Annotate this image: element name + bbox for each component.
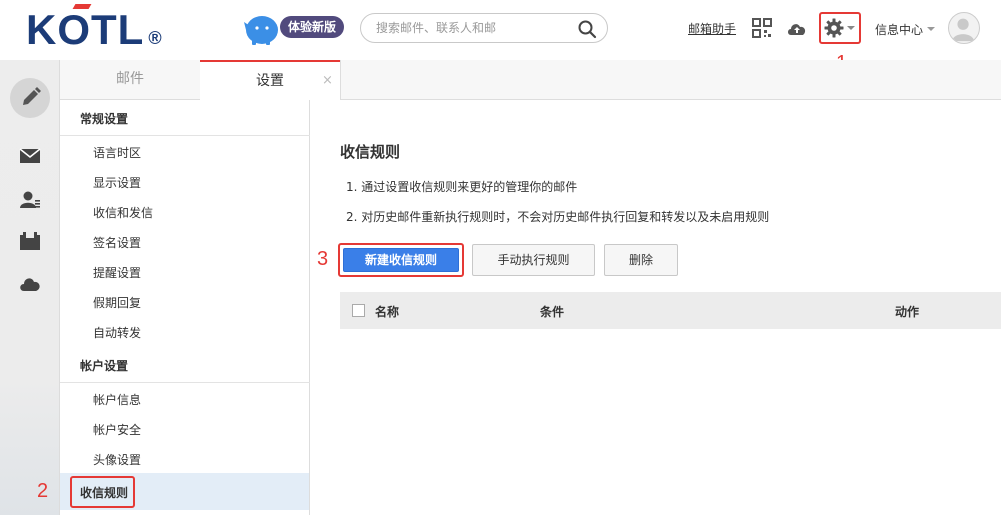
top-header: KOTL® 体验新版 邮箱助手	[0, 0, 1001, 74]
sidebar-item-receive-rules[interactable]: 收信规则	[80, 484, 128, 501]
sidebar-item-signature[interactable]: 签名设置	[93, 234, 141, 251]
sidebar-item-display[interactable]: 显示设置	[93, 174, 141, 191]
qr-code-icon[interactable]	[752, 18, 772, 38]
mascot-icon[interactable]	[238, 12, 282, 46]
tab-mail[interactable]: 邮件	[60, 60, 200, 100]
note-1: 1. 通过设置收信规则来更好的管理你的邮件	[346, 180, 578, 194]
rules-table-header: 名称 条件 动作	[340, 292, 1001, 329]
mail-icon[interactable]	[19, 146, 41, 166]
contacts-icon[interactable]	[19, 190, 41, 210]
delete-button[interactable]: 删除	[604, 244, 678, 276]
page-title: 收信规则	[340, 143, 401, 161]
search-input[interactable]	[376, 19, 576, 37]
gear-icon	[824, 18, 844, 38]
tab-divider	[340, 60, 341, 100]
sidebar-item-auto-forward[interactable]: 自动转发	[93, 324, 141, 341]
left-icon-rail	[0, 60, 60, 515]
sidebar-item-account-info[interactable]: 帐户信息	[93, 391, 141, 408]
calendar-icon[interactable]	[19, 231, 41, 251]
close-icon[interactable]: ×	[322, 62, 333, 100]
logo-trademark: ®	[148, 28, 163, 48]
chevron-down-icon[interactable]	[927, 27, 935, 31]
avatar[interactable]	[948, 12, 980, 44]
general-settings-title: 常规设置	[80, 112, 129, 126]
sidebar-item-vacation-reply[interactable]: 假期回复	[93, 294, 141, 311]
column-condition: 条件	[540, 305, 565, 319]
sidebar-item-send-receive[interactable]: 收信和发信	[93, 204, 153, 221]
column-name: 名称	[375, 305, 400, 319]
sidebar-item-account-security[interactable]: 帐户安全	[93, 421, 141, 438]
avatar-icon	[951, 18, 975, 42]
select-all-checkbox[interactable]	[352, 304, 365, 317]
tab-bar: 邮件 设置 ×	[60, 60, 1001, 101]
highlight-box: 新建收信规则	[338, 243, 464, 277]
settings-menu-button[interactable]	[819, 12, 861, 44]
mail-helper-link[interactable]: 邮箱助手	[688, 20, 736, 37]
try-new-version-badge[interactable]: 体验新版	[280, 16, 345, 38]
annotation-number-3: 3	[317, 248, 329, 270]
tab-settings[interactable]: 设置 ×	[200, 60, 340, 101]
search-icon[interactable]	[577, 19, 597, 39]
tab-settings-label: 设置	[256, 73, 284, 89]
cloud-drive-icon[interactable]	[19, 274, 41, 294]
run-rules-button[interactable]: 手动执行规则	[472, 244, 595, 276]
info-center-menu[interactable]: 信息中心	[875, 21, 923, 38]
receive-rules-panel: 收信规则 1. 通过设置收信规则来更好的管理你的邮件 2. 对历史邮件重新执行规…	[311, 100, 1001, 515]
account-settings-title: 帐户设置	[80, 359, 129, 373]
note-2: 2. 对历史邮件重新执行规则时，不会对历史邮件执行回复和转发以及未启用规则	[346, 210, 770, 224]
search-box	[360, 13, 608, 43]
column-action: 动作	[895, 305, 920, 319]
divider	[60, 382, 310, 383]
sidebar-item-avatar-settings[interactable]: 头像设置	[93, 451, 141, 468]
settings-sidebar: 常规设置 语言时区 显示设置 收信和发信 签名设置 提醒设置 假期回复 自动转发…	[60, 100, 310, 515]
pencil-icon	[23, 87, 41, 105]
new-rule-button[interactable]: 新建收信规则	[343, 248, 459, 272]
annotation-number-2: 2	[37, 480, 49, 502]
compose-button[interactable]	[10, 78, 50, 118]
logo-accent-mark	[72, 4, 92, 9]
cloud-upload-icon[interactable]	[786, 19, 808, 37]
logo-text: KOTL	[26, 6, 145, 53]
brand-logo[interactable]: KOTL ®	[26, 4, 163, 62]
sidebar-item-language-timezone[interactable]: 语言时区	[93, 144, 141, 161]
divider	[60, 135, 310, 136]
chevron-down-icon	[847, 26, 855, 30]
sidebar-item-reminder[interactable]: 提醒设置	[93, 264, 141, 281]
